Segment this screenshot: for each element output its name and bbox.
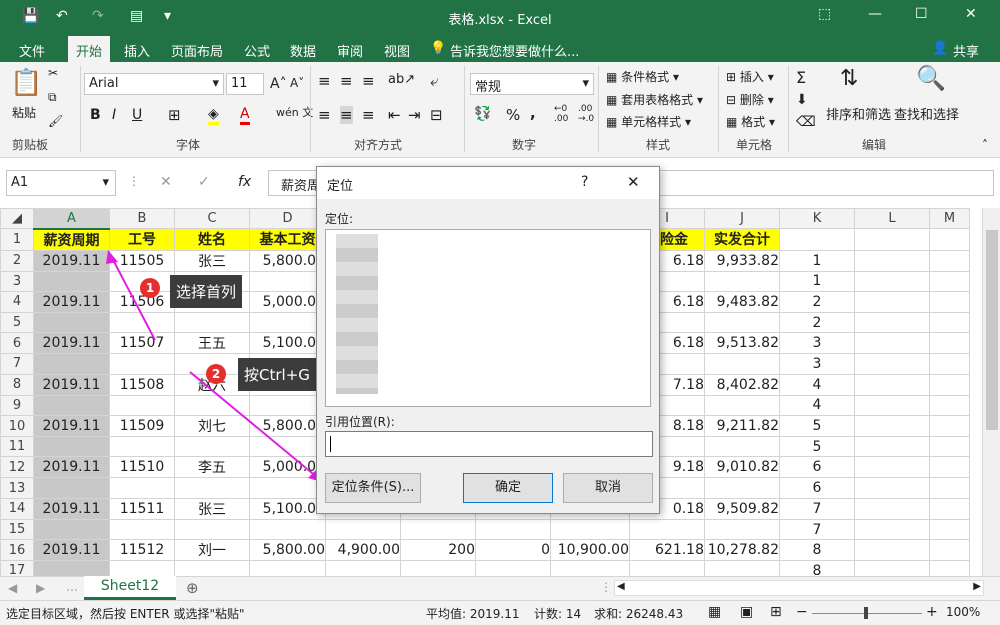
splitter-icon[interactable]: ⋮ bbox=[600, 580, 612, 594]
zoom-slider-thumb[interactable] bbox=[864, 607, 868, 619]
scroll-left-icon[interactable]: ◀ bbox=[8, 581, 17, 595]
reference-label: 引用位置(R): bbox=[325, 415, 395, 429]
goto-dialog: 定位 ? ✕ 定位: 引用位置(R): 定位条件(S)... 确定 取消 bbox=[316, 166, 660, 514]
arrow-head-1 bbox=[106, 250, 118, 264]
scroll-right-icon[interactable]: ▶ bbox=[36, 581, 45, 595]
dialog-close-button[interactable]: ✕ bbox=[627, 173, 640, 191]
ok-button[interactable]: 确定 bbox=[463, 473, 553, 503]
status-message: 选定目标区域，然后按 ENTER 或选择"粘贴" bbox=[6, 607, 245, 621]
horizontal-scrollbar[interactable]: ◀ ▶ bbox=[614, 580, 984, 596]
callout-step2: 按Ctrl+G bbox=[238, 358, 316, 391]
cancel-button[interactable]: 取消 bbox=[563, 473, 653, 503]
zoom-out-icon[interactable]: − bbox=[796, 604, 808, 620]
step-badge-1: 1 bbox=[140, 278, 160, 298]
add-sheet-button[interactable]: ⊕ bbox=[186, 579, 199, 597]
step-badge-2: 2 bbox=[206, 364, 226, 384]
page-break-view-icon[interactable]: ⊞ bbox=[770, 604, 782, 620]
scroll-left-arrow-icon[interactable]: ◀ bbox=[617, 581, 625, 592]
goto-list-label: 定位: bbox=[325, 212, 354, 226]
text-cursor bbox=[330, 436, 331, 452]
status-sum: 求和: 26248.43 bbox=[594, 607, 684, 621]
sheet-tabs-bar: ◀ ▶ … Sheet12 ⊕ ⋮ ◀ ▶ bbox=[0, 576, 1000, 600]
dialog-title: 定位 bbox=[327, 179, 354, 194]
help-button[interactable]: ? bbox=[581, 174, 588, 190]
sheet-tab-active[interactable]: Sheet12 bbox=[84, 576, 176, 600]
normal-view-icon[interactable]: ▦ bbox=[708, 604, 721, 620]
zoom-level[interactable]: 100% bbox=[946, 605, 980, 619]
special-button[interactable]: 定位条件(S)... bbox=[325, 473, 421, 503]
more-sheets-icon[interactable]: … bbox=[66, 580, 78, 594]
reference-input[interactable] bbox=[325, 431, 653, 457]
page-layout-view-icon[interactable]: ▣ bbox=[740, 604, 753, 620]
status-average: 平均值: 2019.11 bbox=[426, 607, 520, 621]
blurred-list-items bbox=[336, 234, 378, 394]
callout-step1: 选择首列 bbox=[170, 275, 243, 308]
status-count: 计数: 14 bbox=[534, 607, 582, 621]
status-bar: 选定目标区域，然后按 ENTER 或选择"粘贴" 平均值: 2019.11 计数… bbox=[0, 600, 1000, 625]
zoom-in-icon[interactable]: + bbox=[926, 604, 938, 620]
dialog-titlebar: 定位 ? ✕ bbox=[317, 167, 659, 199]
goto-list[interactable] bbox=[325, 229, 651, 407]
scroll-right-arrow-icon[interactable]: ▶ bbox=[973, 581, 981, 592]
